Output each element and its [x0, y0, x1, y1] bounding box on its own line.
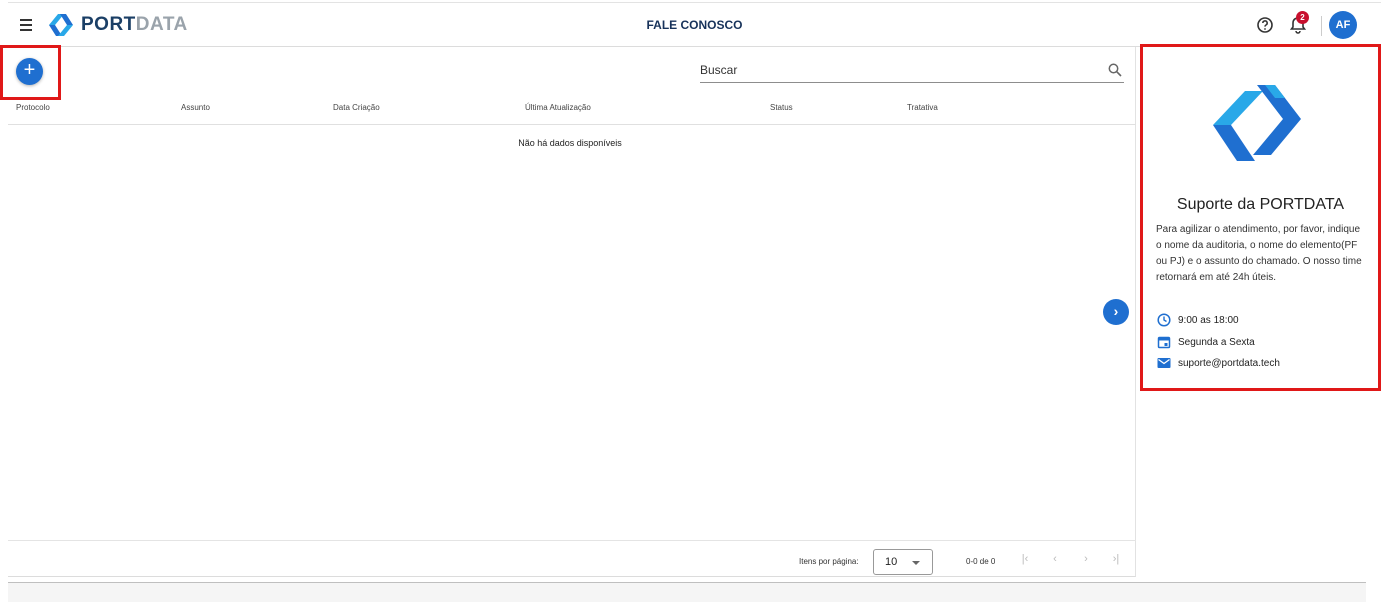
range-label: 0-0 de 0 — [966, 557, 996, 566]
search-icon[interactable] — [1108, 63, 1122, 77]
support-card: Suporte da PORTDATA Para agilizar o aten… — [1140, 44, 1381, 391]
column-status[interactable]: Status — [770, 103, 793, 112]
portdata-logo-icon — [1213, 85, 1301, 161]
next-page-icon[interactable]: › — [1079, 553, 1093, 567]
page-title: FALE CONOSCO — [646, 18, 743, 32]
support-hours: 9:00 as 18:00 — [1157, 313, 1239, 327]
chevron-right-icon[interactable]: › — [1103, 299, 1129, 325]
support-title: Suporte da PORTDATA — [1176, 196, 1345, 213]
support-email-text[interactable]: suporte@portdata.tech — [1178, 358, 1280, 369]
column-ultima-atualizacao[interactable]: Última Atualização — [525, 103, 591, 112]
support-description: Para agilizar o atendimento, por favor, … — [1156, 224, 1362, 283]
avatar[interactable]: AF — [1329, 11, 1357, 39]
clock-icon — [1157, 313, 1171, 327]
support-days: Segunda a Sexta — [1157, 335, 1255, 349]
support-email: suporte@portdata.tech — [1157, 357, 1280, 369]
column-tratativa[interactable]: Tratativa — [907, 103, 938, 112]
page-size-select[interactable]: 10 — [873, 549, 933, 575]
column-protocolo[interactable]: Protocolo — [16, 103, 50, 112]
add-button-highlight — [0, 45, 61, 100]
paginator: Itens por página: 10 0-0 de 0 |‹ ‹ › ›| — [8, 540, 1136, 577]
first-page-icon[interactable]: |‹ — [1018, 553, 1032, 567]
support-hours-text: 9:00 as 18:00 — [1178, 314, 1239, 326]
empty-message: Não há dados disponíveis — [518, 138, 622, 148]
caret-down-icon — [912, 561, 920, 565]
support-days-text: Segunda a Sexta — [1178, 336, 1255, 348]
column-assunto[interactable]: Assunto — [181, 103, 210, 112]
search-field — [700, 59, 1124, 83]
items-per-page-label: Itens por página: — [799, 557, 859, 566]
help-icon[interactable] — [1256, 16, 1274, 34]
main-panel: + Protocolo Assunto Data Criação Última … — [8, 47, 1136, 577]
column-data-criacao[interactable]: Data Criação — [333, 103, 380, 112]
footer-strip — [8, 582, 1366, 602]
prev-page-icon[interactable]: ‹ — [1048, 553, 1062, 567]
table-header: Protocolo Assunto Data Criação Última At… — [8, 95, 1136, 125]
calendar-icon — [1157, 336, 1171, 349]
page-size-value: 10 — [885, 556, 898, 568]
notification-badge: 2 — [1296, 11, 1309, 24]
search-input[interactable] — [700, 59, 1100, 81]
last-page-icon[interactable]: ›| — [1109, 553, 1123, 567]
top-bar: PORTDATA FALE CONOSCO 2 AF — [8, 2, 1381, 47]
mail-icon — [1157, 358, 1171, 368]
page: PORTDATA FALE CONOSCO 2 AF + Protocolo — [0, 0, 1381, 602]
header-divider — [1321, 16, 1322, 36]
